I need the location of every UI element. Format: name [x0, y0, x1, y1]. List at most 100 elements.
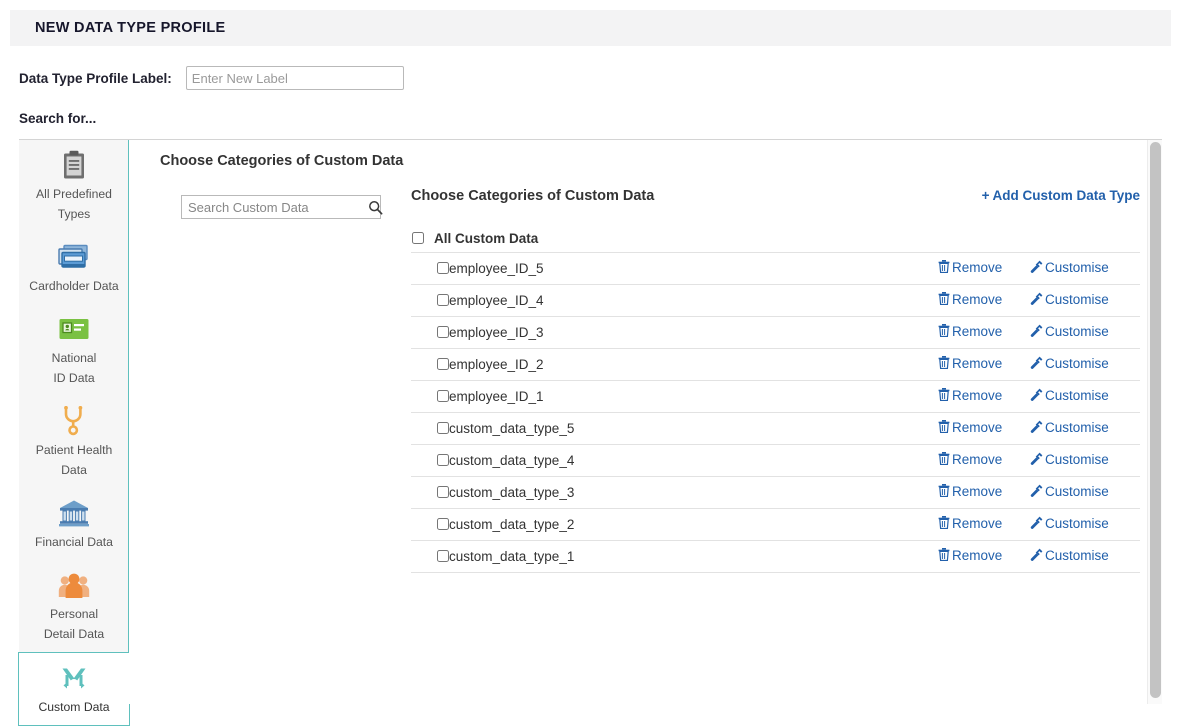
sidebar-item-custom-data[interactable]: Custom Data: [18, 652, 130, 726]
sidebar-item-national-id-data[interactable]: National ID Data: [19, 304, 129, 396]
row-checkbox[interactable]: [437, 518, 449, 530]
remove-button[interactable]: Remove: [938, 452, 1002, 468]
customise-cell: Customise: [1030, 541, 1140, 573]
table-row: employee_ID_4RemoveCustomise: [411, 285, 1140, 317]
row-checkbox[interactable]: [437, 422, 449, 434]
remove-button[interactable]: Remove: [938, 324, 1002, 340]
remove-label: Remove: [952, 548, 1002, 563]
content-scrollbar[interactable]: [1147, 140, 1162, 704]
scrollbar-thumb[interactable]: [1150, 142, 1161, 698]
wrench-icon: [1030, 420, 1045, 436]
sidebar-item-label: Custom Data: [23, 697, 125, 717]
customise-button[interactable]: Customise: [1030, 452, 1109, 468]
customise-button[interactable]: Customise: [1030, 516, 1109, 532]
customise-button[interactable]: Customise: [1030, 292, 1109, 308]
row-checkbox-cell: [411, 445, 449, 477]
id-card-icon: [23, 314, 125, 344]
remove-cell: Remove: [938, 445, 1030, 477]
remove-label: Remove: [952, 484, 1002, 499]
row-checkbox-cell: [411, 477, 449, 509]
row-name: employee_ID_2: [449, 349, 938, 381]
row-checkbox[interactable]: [437, 486, 449, 498]
customise-button[interactable]: Customise: [1030, 356, 1109, 372]
profile-label-input[interactable]: [186, 66, 404, 90]
remove-button[interactable]: Remove: [938, 388, 1002, 404]
search-icon[interactable]: [368, 200, 383, 215]
add-custom-data-type-button[interactable]: +Add Custom Data Type: [982, 188, 1140, 203]
row-checkbox-cell: [411, 349, 449, 381]
wrench-icon: [1030, 292, 1045, 308]
content-panel-title: Choose Categories of Custom Data: [160, 153, 403, 169]
list-title: Choose Categories of Custom Data: [411, 188, 654, 204]
wrench-icon: [1030, 548, 1045, 564]
sidebar-item-label: Patient Health Data: [23, 440, 125, 480]
row-name: employee_ID_3: [449, 317, 938, 349]
table-row: custom_data_type_4RemoveCustomise: [411, 445, 1140, 477]
remove-label: Remove: [952, 452, 1002, 467]
trash-icon: [938, 484, 952, 500]
wrench-icon: [1030, 260, 1045, 276]
row-checkbox[interactable]: [437, 294, 449, 306]
custom-data-search-box[interactable]: [181, 195, 381, 219]
bank-icon: [23, 498, 125, 528]
customise-button[interactable]: Customise: [1030, 548, 1109, 564]
customise-button[interactable]: Customise: [1030, 420, 1109, 436]
row-checkbox[interactable]: [437, 326, 449, 338]
credit-card-icon: [23, 242, 125, 272]
customise-label: Customise: [1045, 420, 1109, 435]
customise-label: Customise: [1045, 324, 1109, 339]
row-name: employee_ID_5: [449, 253, 938, 285]
row-checkbox-cell: [411, 317, 449, 349]
content-area: Choose Categories of Custom Data Choose …: [129, 140, 1162, 704]
search-for-caption: Search for...: [19, 111, 96, 126]
sidebar-item-financial-data[interactable]: Financial Data: [19, 488, 129, 560]
row-checkbox[interactable]: [437, 390, 449, 402]
remove-button[interactable]: Remove: [938, 516, 1002, 532]
remove-label: Remove: [952, 516, 1002, 531]
search-input[interactable]: [182, 197, 368, 217]
customise-cell: Customise: [1030, 445, 1140, 477]
remove-cell: Remove: [938, 541, 1030, 573]
wrench-icon: [1030, 484, 1045, 500]
row-checkbox-cell: [411, 509, 449, 541]
remove-button[interactable]: Remove: [938, 356, 1002, 372]
trash-icon: [938, 292, 952, 308]
row-name: employee_ID_1: [449, 381, 938, 413]
sidebar-item-personal-detail-data[interactable]: Personal Detail Data: [19, 560, 129, 652]
row-checkbox[interactable]: [437, 550, 449, 562]
row-checkbox-cell: [411, 285, 449, 317]
select-all-row[interactable]: All Custom Data: [411, 224, 1140, 252]
sidebar-item-cardholder-data[interactable]: Cardholder Data: [19, 232, 129, 304]
sidebar-item-patient-health-data[interactable]: Patient Health Data: [19, 396, 129, 488]
remove-button[interactable]: Remove: [938, 548, 1002, 564]
customise-cell: Customise: [1030, 381, 1140, 413]
customise-button[interactable]: Customise: [1030, 484, 1109, 500]
customise-button[interactable]: Customise: [1030, 324, 1109, 340]
wrench-icon: [1030, 516, 1045, 532]
trash-icon: [938, 452, 952, 468]
remove-button[interactable]: Remove: [938, 292, 1002, 308]
remove-button[interactable]: Remove: [938, 484, 1002, 500]
remove-cell: Remove: [938, 317, 1030, 349]
wrench-icon: [1030, 356, 1045, 372]
custom-data-icon: [23, 663, 125, 693]
select-all-checkbox[interactable]: [412, 232, 424, 244]
remove-button[interactable]: Remove: [938, 260, 1002, 276]
sidebar-item-all-predefined-types[interactable]: All Predefined Types: [19, 140, 129, 232]
trash-icon: [938, 388, 952, 404]
wrench-icon: [1030, 388, 1045, 404]
customise-cell: Customise: [1030, 253, 1140, 285]
stethoscope-icon: [23, 406, 125, 436]
customise-label: Customise: [1045, 516, 1109, 531]
table-row: employee_ID_2Remove Customise: [411, 349, 1140, 381]
table-row: custom_data_type_1RemoveCustomise: [411, 541, 1140, 573]
customise-cell: Customise: [1030, 413, 1140, 445]
row-checkbox[interactable]: [437, 262, 449, 274]
row-checkbox[interactable]: [437, 454, 449, 466]
row-checkbox[interactable]: [437, 358, 449, 370]
remove-button[interactable]: Remove: [938, 420, 1002, 436]
sidebar-item-label: Personal Detail Data: [23, 604, 125, 644]
table-row: custom_data_type_3RemoveCustomise: [411, 477, 1140, 509]
customise-button[interactable]: Customise: [1030, 260, 1109, 276]
customise-button[interactable]: Customise: [1030, 388, 1109, 404]
